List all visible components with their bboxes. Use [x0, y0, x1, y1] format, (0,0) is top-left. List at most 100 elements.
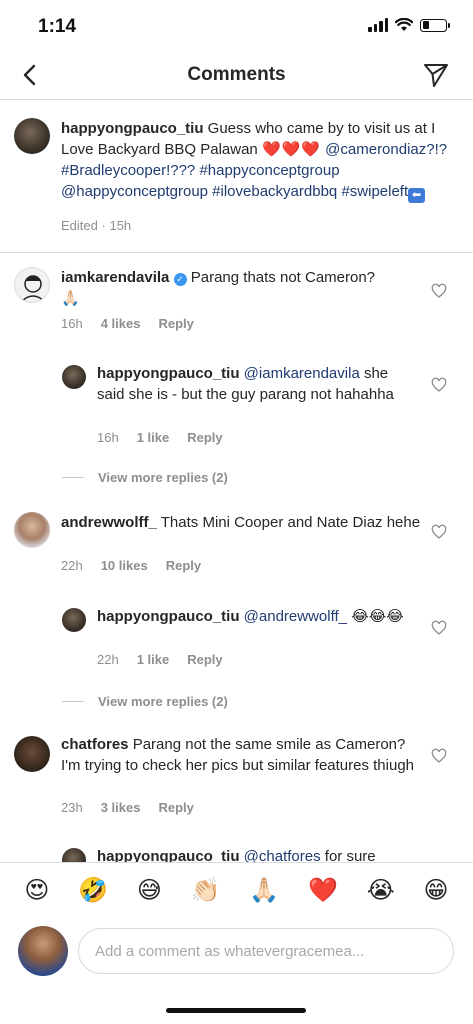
- comment-text: happyongpauco_tiu @andrewwolff_ 😂😂😂: [97, 606, 417, 627]
- comment-time: 22h: [61, 558, 83, 573]
- mention-link[interactable]: @chatfores: [244, 848, 321, 862]
- heart-outline-icon[interactable]: [431, 283, 447, 299]
- comment-time: 22h: [97, 652, 119, 667]
- comment-composer: [0, 918, 473, 990]
- rofl-emoji-button[interactable]: 🤣: [78, 878, 108, 903]
- avatar[interactable]: [62, 848, 86, 862]
- reply-comment: happyongpauco_tiu @andrewwolff_ 😂😂😂 22h …: [0, 596, 473, 686]
- paper-plane-icon: [424, 64, 448, 87]
- avatar[interactable]: [62, 365, 86, 389]
- comment-emoji: 🙏🏻: [61, 290, 80, 307]
- comment-time: 16h: [61, 316, 83, 331]
- grin-emoji-button[interactable]: 😁: [424, 878, 449, 903]
- mention-link[interactable]: @andrewwolff_: [244, 608, 347, 625]
- likes-count[interactable]: 1 like: [137, 430, 170, 445]
- reply-button[interactable]: Reply: [187, 652, 222, 667]
- battery-icon: [420, 18, 450, 32]
- view-more-label: View more replies (2): [98, 470, 228, 485]
- view-more-label: View more replies (2): [98, 694, 228, 709]
- heart-eyes-emoji-button[interactable]: 😍: [24, 878, 49, 903]
- comment: chatfores Parang not the same smile as C…: [0, 724, 473, 834]
- comment-text: andrewwolff_ Thats Mini Cooper and Nate …: [61, 512, 421, 533]
- view-more-replies[interactable]: View more replies (2): [62, 694, 228, 709]
- mention-link[interactable]: @iamkarendavila: [244, 365, 360, 382]
- reply-button[interactable]: Reply: [158, 316, 193, 331]
- comment-input[interactable]: [78, 928, 454, 974]
- clap-emoji-button[interactable]: 👏🏻: [191, 878, 221, 903]
- home-indicator[interactable]: [166, 1008, 306, 1013]
- avatar-illustration: [20, 275, 46, 302]
- comments-header: Comments: [0, 52, 473, 100]
- hashtag-link[interactable]: #swipeleft: [341, 183, 408, 200]
- edited-label: Edited: [61, 218, 98, 233]
- comment-text: happyongpauco_tiu @chatfores for sure: [97, 846, 417, 862]
- divider: [62, 477, 84, 478]
- caption-username[interactable]: happyongpauco_tiu: [61, 120, 204, 137]
- comment-username[interactable]: iamkarendavila: [61, 269, 169, 286]
- share-button[interactable]: [421, 60, 451, 90]
- red-heart-emoji-button[interactable]: ❤️: [308, 878, 338, 903]
- caption-time: 15h: [109, 218, 132, 233]
- comment: iamkarendavila ✓ Parang thats not Camero…: [0, 253, 473, 353]
- avatar[interactable]: [14, 736, 50, 772]
- pray-emoji-button[interactable]: 🙏🏻: [249, 878, 279, 903]
- meta-separator: ·: [101, 218, 106, 233]
- reply-button[interactable]: Reply: [158, 800, 193, 815]
- hearts-emoji: ❤️❤️❤️: [261, 141, 321, 158]
- comment-body: Thats Mini Cooper and Nate Diaz hehe: [160, 514, 421, 531]
- comment-username[interactable]: happyongpauco_tiu: [97, 365, 240, 382]
- hashtag-link[interactable]: #happyconceptgroup: [199, 162, 339, 179]
- likes-count[interactable]: 10 likes: [101, 558, 148, 573]
- left-arrow-emoji: ⬅: [408, 188, 426, 203]
- view-more-replies[interactable]: View more replies (2): [62, 470, 228, 485]
- comment-time: 23h: [61, 800, 83, 815]
- comment-meta: 16h 1 like Reply: [97, 430, 223, 445]
- hashtag-link[interactable]: #ilovebackyardbbq: [212, 183, 337, 200]
- page-title: Comments: [187, 64, 286, 85]
- reply-comment: happyongpauco_tiu @iamkarendavila she sa…: [0, 353, 473, 457]
- status-time: 1:14: [38, 16, 77, 37]
- mention-link[interactable]: @camerondiaz?!?: [325, 141, 447, 158]
- reply-button[interactable]: Reply: [166, 558, 201, 573]
- comment-username[interactable]: andrewwolff_: [61, 514, 157, 531]
- reply-comment: happyongpauco_tiu @chatfores for sure: [0, 840, 473, 862]
- avatar[interactable]: [14, 118, 50, 154]
- comment-body: 😂😂😂: [351, 608, 404, 625]
- avatar[interactable]: [14, 267, 50, 303]
- comment-meta: 22h 10 likes Reply: [61, 558, 201, 573]
- comment-meta: 16h 4 likes Reply: [61, 316, 194, 331]
- comment-username[interactable]: happyongpauco_tiu: [97, 848, 240, 862]
- comment: andrewwolff_ Thats Mini Cooper and Nate …: [0, 500, 473, 590]
- avatar[interactable]: [14, 512, 50, 548]
- heart-outline-icon[interactable]: [431, 748, 447, 764]
- comment-text: happyongpauco_tiu @iamkarendavila she sa…: [97, 363, 417, 405]
- comment-meta: 23h 3 likes Reply: [61, 800, 194, 815]
- crying-emoji-button[interactable]: 😭: [367, 878, 395, 903]
- heart-outline-icon[interactable]: [431, 524, 447, 540]
- sweat-smile-emoji-button[interactable]: 😅: [137, 878, 162, 903]
- wifi-icon: [395, 18, 413, 31]
- status-icons: [368, 18, 450, 32]
- comment-text: iamkarendavila ✓ Parang thats not Camero…: [61, 267, 421, 309]
- comment-meta: 22h 1 like Reply: [97, 652, 223, 667]
- avatar[interactable]: [62, 608, 86, 632]
- comment-time: 16h: [97, 430, 119, 445]
- comment-username[interactable]: chatfores: [61, 736, 129, 753]
- status-bar: 1:14: [0, 0, 473, 52]
- mention-link[interactable]: @happyconceptgroup: [61, 183, 208, 200]
- reply-button[interactable]: Reply: [187, 430, 222, 445]
- heart-outline-icon[interactable]: [431, 620, 447, 636]
- quick-emoji-bar: 😍 🤣 😅 👏🏻 🙏🏻 ❤️ 😭 😁: [0, 862, 473, 918]
- likes-count[interactable]: 4 likes: [101, 316, 141, 331]
- comment-username[interactable]: happyongpauco_tiu: [97, 608, 240, 625]
- comment-body: for sure: [324, 848, 376, 862]
- heart-outline-icon[interactable]: [431, 377, 447, 393]
- hashtag-link[interactable]: #Bradleycooper!???: [61, 162, 195, 179]
- avatar[interactable]: [18, 926, 68, 976]
- post-caption: happyongpauco_tiu Guess who came by to v…: [0, 100, 473, 253]
- likes-count[interactable]: 1 like: [137, 652, 170, 667]
- verified-badge-icon: ✓: [173, 273, 187, 286]
- comment-text: chatfores Parang not the same smile as C…: [61, 734, 421, 776]
- caption-text: happyongpauco_tiu Guess who came by to v…: [61, 118, 461, 203]
- likes-count[interactable]: 3 likes: [101, 800, 141, 815]
